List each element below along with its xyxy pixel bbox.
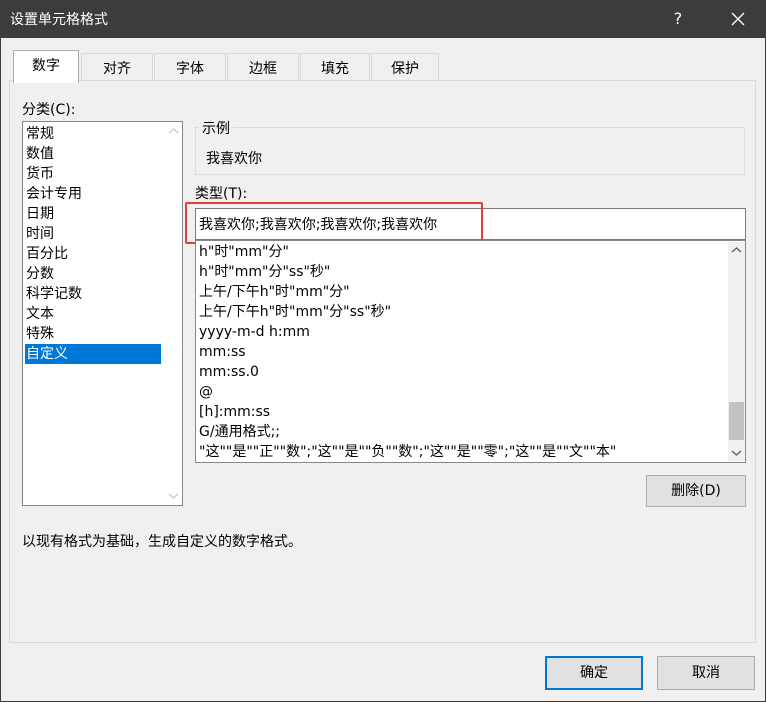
scroll-up-icon[interactable] (728, 242, 745, 259)
highlight-box (185, 202, 483, 244)
format-item[interactable]: mm:ss (198, 342, 722, 362)
type-label: 类型(T): (195, 186, 248, 202)
format-item[interactable]: 上午/下午h"时"mm"分"ss"秒" (198, 302, 722, 322)
format-item[interactable]: h"时"mm"分"ss"秒" (198, 262, 722, 282)
format-item[interactable]: @ (198, 382, 722, 402)
scroll-up-icon[interactable] (165, 123, 182, 140)
window-title: 设置单元格格式 (10, 12, 108, 28)
scroll-down-icon[interactable] (165, 487, 182, 504)
category-item-number[interactable]: 数值 (25, 144, 161, 164)
category-label: 分类(C): (22, 102, 76, 118)
format-item[interactable]: "这""是""正""数";"这""是""负""数";"这""是""零";"这""… (198, 442, 722, 462)
category-item-fraction[interactable]: 分数 (25, 264, 161, 284)
cancel-button[interactable]: 取消 (657, 656, 755, 690)
category-item-time[interactable]: 时间 (25, 224, 161, 244)
tab-font[interactable]: 字体 (154, 53, 226, 83)
tab-number[interactable]: 数字 (13, 50, 79, 83)
category-item-accounting[interactable]: 会计专用 (25, 184, 161, 204)
number-tab-panel: 分类(C): 常规 数值 货币 会计专用 日期 时间 百分比 分数 科学记数 文… (9, 80, 756, 643)
format-item[interactable]: G/通用格式;; (198, 422, 722, 442)
tab-fill[interactable]: 填充 (300, 53, 370, 83)
format-item[interactable]: mm:ss.0 (198, 362, 722, 382)
tab-border[interactable]: 边框 (227, 53, 299, 83)
scroll-down-icon[interactable] (728, 444, 745, 461)
category-item-text[interactable]: 文本 (25, 304, 161, 324)
category-item-scientific[interactable]: 科学记数 (25, 284, 161, 304)
category-item-custom[interactable]: 自定义 (25, 344, 161, 364)
delete-button[interactable]: 删除(D) (646, 475, 746, 507)
format-item[interactable]: [h]:mm:ss (198, 402, 722, 422)
category-item-percentage[interactable]: 百分比 (25, 244, 161, 264)
sample-label: 示例 (199, 118, 233, 138)
category-item-special[interactable]: 特殊 (25, 324, 161, 344)
format-list[interactable]: h"时"mm"分" h"时"mm"分"ss"秒" 上午/下午h"时"mm"分" … (195, 240, 746, 463)
category-item-currency[interactable]: 货币 (25, 164, 161, 184)
scroll-thumb[interactable] (729, 402, 744, 440)
dialog-client: 数字 对齐 字体 边框 填充 保护 分类(C): 常规 数值 货币 会计专用 日… (1, 38, 765, 701)
category-item-date[interactable]: 日期 (25, 204, 161, 224)
ok-button[interactable]: 确定 (545, 656, 643, 690)
format-item[interactable]: yyyy-m-d h:mm (198, 322, 722, 342)
sample-value: 我喜欢你 (206, 151, 262, 167)
format-scrollbar[interactable] (728, 242, 745, 461)
format-item[interactable]: 上午/下午h"时"mm"分" (198, 282, 722, 302)
category-scrollbar[interactable] (165, 123, 182, 504)
close-icon[interactable] (726, 6, 750, 32)
sample-group (195, 127, 745, 175)
category-list[interactable]: 常规 数值 货币 会计专用 日期 时间 百分比 分数 科学记数 文本 特殊 自定… (22, 121, 183, 506)
tab-alignment[interactable]: 对齐 (81, 53, 153, 83)
title-bar: 设置单元格格式 ? (0, 0, 766, 38)
category-item-general[interactable]: 常规 (25, 124, 161, 144)
description-text: 以现有格式为基础，生成自定义的数字格式。 (22, 534, 302, 550)
help-icon[interactable]: ? (666, 6, 690, 32)
tab-protection[interactable]: 保护 (371, 53, 439, 83)
format-item[interactable]: h"时"mm"分" (198, 242, 722, 262)
